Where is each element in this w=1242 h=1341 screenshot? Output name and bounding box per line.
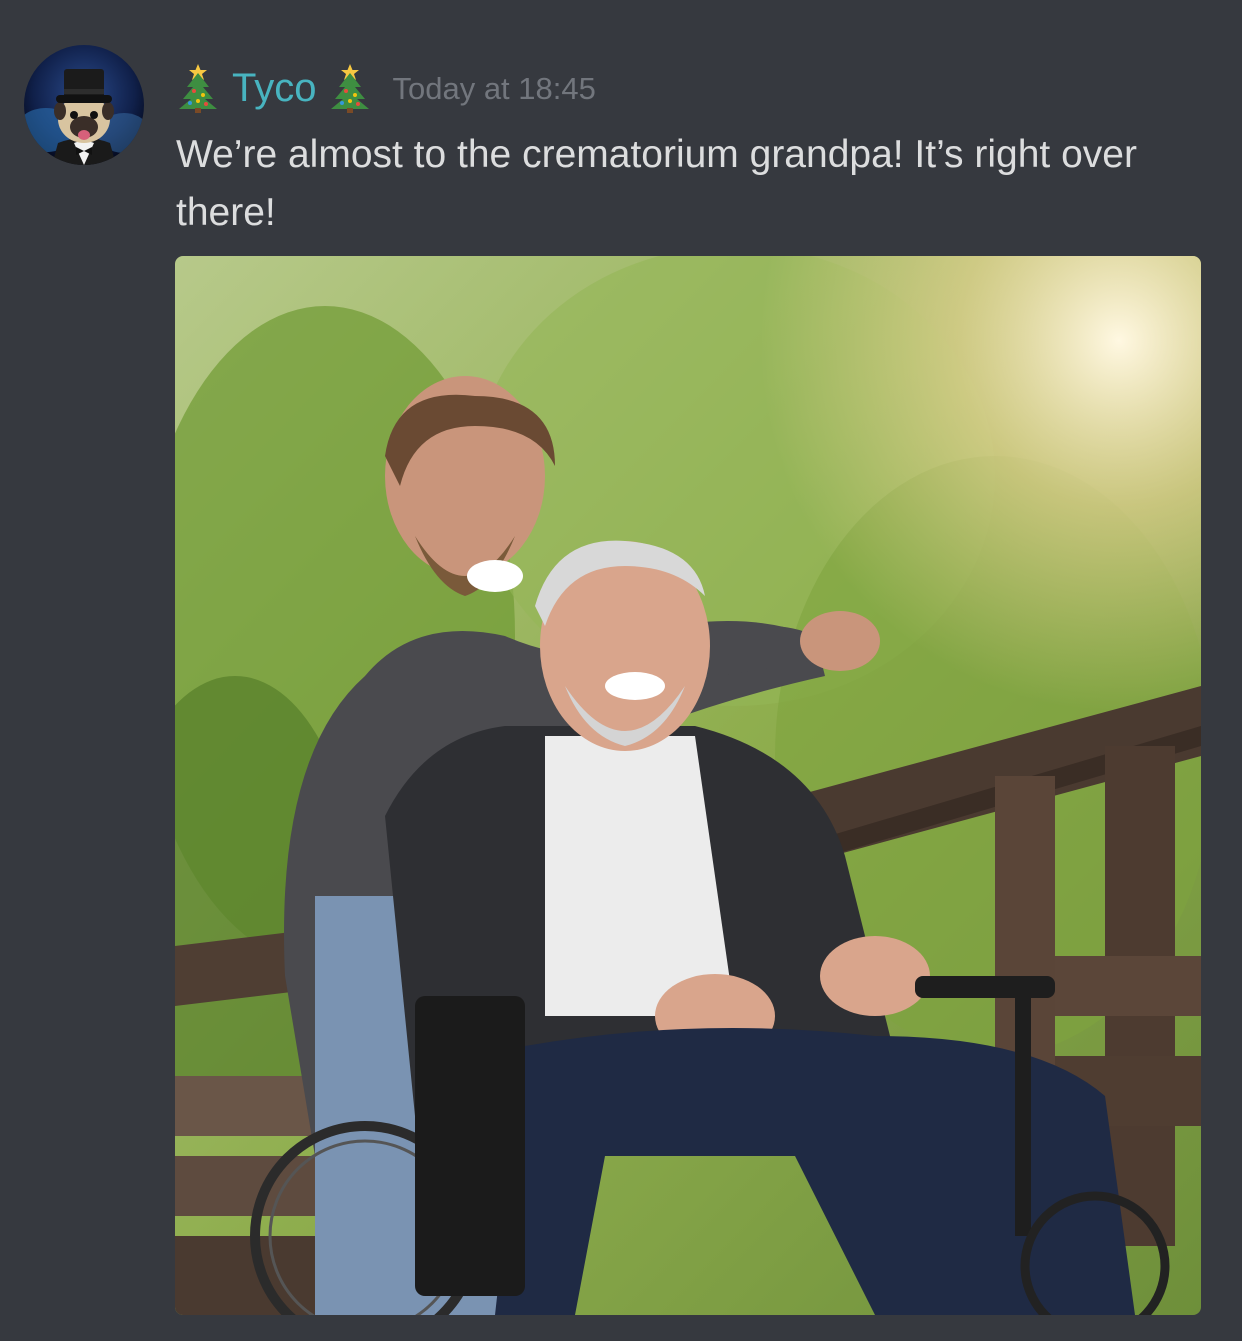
chat-message: Tyco Today at 18:45 We’re almost to the … (0, 0, 1242, 1341)
message-header: Tyco Today at 18:45 (176, 56, 596, 120)
message-timestamp[interactable]: Today at 18:45 (392, 73, 595, 104)
user-avatar[interactable] (24, 45, 144, 165)
image-attachment[interactable] (175, 256, 1201, 1315)
username[interactable]: Tyco (232, 68, 316, 108)
message-text: We’re almost to the crematorium grandpa!… (176, 133, 1137, 234)
christmas-tree-icon (176, 63, 220, 113)
christmas-tree-icon (328, 63, 372, 113)
